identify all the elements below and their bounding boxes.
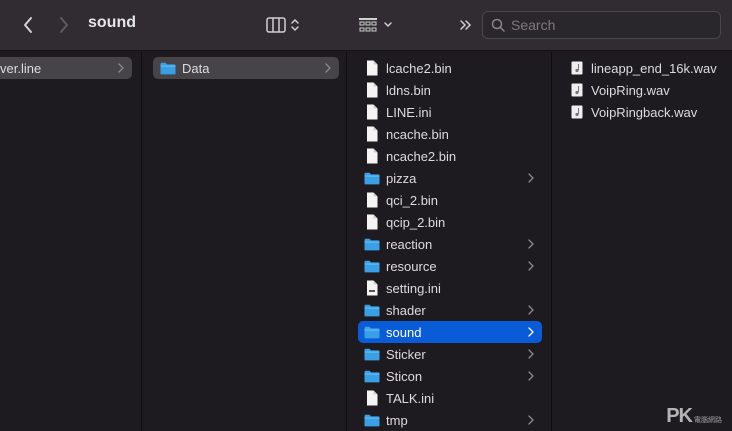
column-2[interactable] [143, 52, 347, 431]
item-label: TALK.ini [386, 390, 435, 406]
item-label: qci_2.bin [386, 192, 439, 208]
folder-icon [364, 368, 380, 384]
folder-row[interactable]: ver.line [0, 57, 132, 79]
file-icon [364, 192, 380, 208]
chevron-right-icon [526, 325, 536, 339]
double-chevron-right-icon [460, 20, 472, 30]
folder-row[interactable]: Sticker [358, 343, 542, 365]
item-label: Data [182, 60, 210, 76]
file-row[interactable]: lineapp_end_16k.wav [563, 57, 723, 79]
item-label: ldns.bin [386, 82, 431, 98]
item-label: ncache.bin [386, 126, 449, 142]
item-label: VoipRingback.wav [591, 104, 698, 120]
file-icon [364, 148, 380, 164]
chevron-down-icon [384, 22, 392, 28]
toolbar-overflow-button[interactable] [457, 13, 475, 37]
item-label: tmp [386, 412, 408, 428]
watermark: PK 電腦網路 [666, 405, 722, 428]
file-icon [364, 126, 380, 142]
item-label: reaction [386, 236, 433, 252]
file-row[interactable]: setting.ini [358, 277, 542, 299]
folder-icon [364, 324, 380, 340]
group-by-button[interactable] [358, 13, 398, 37]
file-icon [364, 214, 380, 230]
file-row[interactable]: lcache2.bin [358, 57, 542, 79]
folder-row[interactable]: pizza [358, 167, 542, 189]
folder-row[interactable]: tmp [358, 409, 542, 431]
chevron-right-icon [323, 61, 333, 75]
file-row[interactable]: ldns.bin [358, 79, 542, 101]
forward-button[interactable] [53, 13, 75, 37]
item-label: lcache2.bin [386, 60, 452, 76]
grid-icon [359, 18, 377, 32]
folder-icon [364, 302, 380, 318]
folder-icon [364, 258, 380, 274]
item-label: setting.ini [386, 280, 441, 296]
audio-file-icon [569, 82, 585, 98]
up-down-chevron-icon [291, 18, 299, 32]
toolbar: sound [0, 0, 732, 51]
column-1[interactable] [0, 52, 142, 431]
folder-row[interactable]: Sticon [358, 365, 542, 387]
chevron-right-icon [526, 413, 536, 427]
item-label: Sticker [386, 346, 426, 362]
document-icon [364, 280, 380, 296]
chevron-right-icon [526, 171, 536, 185]
item-label: ver.line [0, 60, 42, 76]
file-row[interactable]: TALK.ini [358, 387, 542, 409]
folder-row[interactable]: resource [358, 255, 542, 277]
item-label: shader [386, 302, 426, 318]
item-label: ncache2.bin [386, 148, 457, 164]
back-button[interactable] [17, 13, 39, 37]
item-label: lineapp_end_16k.wav [591, 60, 717, 76]
item-label: VoipRing.wav [591, 82, 670, 98]
file-row[interactable]: VoipRingback.wav [563, 101, 723, 123]
chevron-right-icon [526, 259, 536, 273]
file-row[interactable]: qci_2.bin [358, 189, 542, 211]
file-row[interactable]: VoipRing.wav [563, 79, 723, 101]
folder-row[interactable]: sound [358, 321, 542, 343]
file-row[interactable]: LINE.ini [358, 101, 542, 123]
chevron-right-icon [526, 303, 536, 317]
watermark-caption: 電腦網路 [694, 417, 722, 424]
item-label: Sticon [386, 368, 423, 384]
file-icon [364, 390, 380, 406]
file-icon [364, 60, 380, 76]
chevron-right-icon [526, 369, 536, 383]
item-label: qcip_2.bin [386, 214, 446, 230]
folder-icon [364, 412, 380, 428]
chevron-right-icon [526, 347, 536, 361]
folder-icon [364, 346, 380, 362]
watermark-logo: PK [666, 405, 693, 427]
chevron-left-icon [24, 17, 32, 33]
file-row[interactable]: ncache.bin [358, 123, 542, 145]
folder-row[interactable]: reaction [358, 233, 542, 255]
file-icon [364, 104, 380, 120]
chevron-right-icon [526, 237, 536, 251]
folder-row[interactable]: Data [153, 57, 339, 79]
folder-icon [364, 236, 380, 252]
search-input[interactable] [511, 17, 701, 33]
chevron-right-icon [116, 61, 126, 75]
item-label: resource [386, 258, 437, 274]
file-icon [364, 82, 380, 98]
folder-row[interactable]: shader [358, 299, 542, 321]
file-row[interactable]: qcip_2.bin [358, 211, 542, 233]
search-field[interactable] [482, 11, 721, 39]
folder-icon [160, 60, 176, 76]
item-label: LINE.ini [386, 104, 432, 120]
chevron-right-icon [60, 17, 68, 33]
window-title: sound [88, 14, 136, 31]
search-icon [491, 18, 505, 32]
view-columns-button[interactable] [266, 13, 308, 37]
item-label: sound [386, 324, 422, 340]
file-row[interactable]: ncache2.bin [358, 145, 542, 167]
folder-icon [364, 170, 380, 186]
item-label: pizza [386, 170, 417, 186]
columns-view-icon [266, 17, 286, 33]
audio-file-icon [569, 104, 585, 120]
audio-file-icon [569, 60, 585, 76]
